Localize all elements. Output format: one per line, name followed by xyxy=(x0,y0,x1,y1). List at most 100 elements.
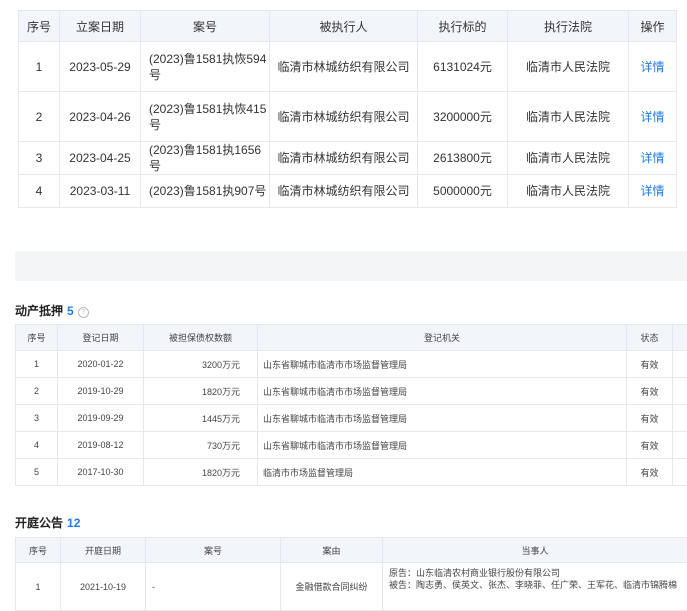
row-amount: 3200万元 xyxy=(144,351,258,378)
table-row: 4 2023-03-11 (2023)鲁1581执907号 临清市林城纺织有限公… xyxy=(19,175,677,208)
row-no: 2 xyxy=(19,92,60,142)
plaintiff-text: 原告：山东临清农村商业银行股份有限公司 xyxy=(389,567,687,579)
column-header-court: 执行法院 xyxy=(508,11,629,42)
row-date: 2023-05-29 xyxy=(60,42,141,92)
row-org: 山东省聊城市临清市市场监督管理局 xyxy=(258,351,627,378)
table-row: 5 2017-10-30 1820万元 临清市市场监督管理局 有效 xyxy=(16,459,687,486)
row-no: 1 xyxy=(16,351,58,378)
row-case: (2023)鲁1581执1656号 xyxy=(141,142,270,175)
row-court: 临清市人民法院 xyxy=(508,142,629,175)
row-party: 临清市林城纺织有限公司 xyxy=(270,175,418,208)
row-extra xyxy=(673,378,687,405)
details-link[interactable]: 详情 xyxy=(629,42,677,92)
column-header-parties: 当事人 xyxy=(383,538,687,563)
row-no: 3 xyxy=(19,142,60,175)
row-org: 山东省聊城市临清市市场监督管理局 xyxy=(258,378,627,405)
row-amount: 5000000元 xyxy=(418,175,508,208)
row-status: 有效 xyxy=(627,405,673,432)
column-header-cause: 案由 xyxy=(281,538,383,563)
column-header-no: 序号 xyxy=(16,325,58,351)
row-date: 2019-10-29 xyxy=(58,378,144,405)
row-extra xyxy=(673,432,687,459)
row-party: 临清市林城纺织有限公司 xyxy=(270,42,418,92)
enforcement-table: 序号 立案日期 案号 被执行人 执行标的 执行法院 操作 1 2023-05-2… xyxy=(18,10,677,208)
table-row: 2 2019-10-29 1820万元 山东省聊城市临清市市场监督管理局 有效 xyxy=(16,378,687,405)
row-extra xyxy=(673,459,687,486)
defendant-text: 被告：陶志勇、侯英文、张杰、李晓菲、任广荣、王军花、临清市锦腾棉 xyxy=(389,579,687,591)
row-org: 山东省聊城市临清市市场监督管理局 xyxy=(258,405,627,432)
chattel-mortgage-table: 序号 登记日期 被担保债权数额 登记机关 状态 1 2020-01-22 320… xyxy=(15,324,687,486)
row-court: 临清市人民法院 xyxy=(508,92,629,142)
row-parties: 原告：山东临清农村商业银行股份有限公司 被告：陶志勇、侯英文、张杰、李晓菲、任广… xyxy=(383,563,687,611)
row-date: 2021-10-19 xyxy=(61,563,146,611)
column-header-case: 案号 xyxy=(146,538,281,563)
column-header-no: 序号 xyxy=(16,538,61,563)
table-row: 3 2019-09-29 1445万元 山东省聊城市临清市市场监督管理局 有效 xyxy=(16,405,687,432)
row-no: 1 xyxy=(19,42,60,92)
column-header-action: 操作 xyxy=(629,11,677,42)
row-amount: 1445万元 xyxy=(144,405,258,432)
column-header-amount: 被担保债权数额 xyxy=(144,325,258,351)
details-link[interactable]: 详情 xyxy=(629,142,677,175)
court-hearing-table: 序号 开庭日期 案号 案由 当事人 1 2021-10-19 - 金融借款合同纠… xyxy=(15,537,687,611)
table-row: 4 2019-08-12 730万元 山东省聊城市临清市市场监督管理局 有效 xyxy=(16,432,687,459)
row-no: 4 xyxy=(19,175,60,208)
row-status: 有效 xyxy=(627,351,673,378)
row-date: 2019-08-12 xyxy=(58,432,144,459)
row-org: 临清市市场监督管理局 xyxy=(258,459,627,486)
row-no: 1 xyxy=(16,563,61,611)
table-row: 2 2023-04-26 (2023)鲁1581执恢415号 临清市林城纺织有限… xyxy=(19,92,677,142)
column-header-party: 被执行人 xyxy=(270,11,418,42)
chattel-mortgage-title: 动产抵押5? xyxy=(15,302,89,319)
row-no: 4 xyxy=(16,432,58,459)
row-court: 临清市人民法院 xyxy=(508,175,629,208)
row-cause: 金融借款合同纠纷 xyxy=(281,563,383,611)
row-party: 临清市林城纺织有限公司 xyxy=(270,142,418,175)
court-hearing-title: 开庭公告 12 xyxy=(15,514,80,531)
table-row: 1 2020-01-22 3200万元 山东省聊城市临清市市场监督管理局 有效 xyxy=(16,351,687,378)
table-header-row: 序号 立案日期 案号 被执行人 执行标的 执行法院 操作 xyxy=(19,11,677,42)
row-no: 2 xyxy=(16,378,58,405)
row-case: - xyxy=(146,563,281,611)
table-row: 3 2023-04-25 (2023)鲁1581执1656号 临清市林城纺织有限… xyxy=(19,142,677,175)
row-amount: 2613800元 xyxy=(418,142,508,175)
row-no: 3 xyxy=(16,405,58,432)
section-title-text: 动产抵押 xyxy=(15,304,63,318)
row-party: 临清市林城纺织有限公司 xyxy=(270,92,418,142)
row-amount: 1820万元 xyxy=(144,459,258,486)
row-date: 2023-03-11 xyxy=(60,175,141,208)
row-date: 2017-10-30 xyxy=(58,459,144,486)
row-status: 有效 xyxy=(627,378,673,405)
row-status: 有效 xyxy=(627,432,673,459)
row-extra xyxy=(673,351,687,378)
row-date: 2020-01-22 xyxy=(58,351,144,378)
details-link[interactable]: 详情 xyxy=(629,175,677,208)
row-court: 临清市人民法院 xyxy=(508,42,629,92)
column-header-case: 案号 xyxy=(141,11,270,42)
section-count: 12 xyxy=(67,516,80,530)
section-title-text: 开庭公告 xyxy=(15,516,63,530)
row-org: 山东省聊城市临清市市场监督管理局 xyxy=(258,432,627,459)
row-date: 2023-04-25 xyxy=(60,142,141,175)
row-amount: 6131024元 xyxy=(418,42,508,92)
column-header-date: 立案日期 xyxy=(60,11,141,42)
column-header-extra xyxy=(673,325,687,351)
table-header-row: 序号 登记日期 被担保债权数额 登记机关 状态 xyxy=(16,325,687,351)
row-case: (2023)鲁1581执907号 xyxy=(141,175,270,208)
details-link[interactable]: 详情 xyxy=(629,92,677,142)
section-divider xyxy=(15,251,687,281)
table-header-row: 序号 开庭日期 案号 案由 当事人 xyxy=(16,538,687,563)
row-date: 2023-04-26 xyxy=(60,92,141,142)
row-case: (2023)鲁1581执恢594号 xyxy=(141,42,270,92)
row-no: 5 xyxy=(16,459,58,486)
column-header-org: 登记机关 xyxy=(258,325,627,351)
row-extra xyxy=(673,405,687,432)
column-header-no: 序号 xyxy=(19,11,60,42)
help-icon[interactable]: ? xyxy=(78,307,89,318)
row-amount: 3200000元 xyxy=(418,92,508,142)
row-status: 有效 xyxy=(627,459,673,486)
column-header-status: 状态 xyxy=(627,325,673,351)
table-row: 1 2021-10-19 - 金融借款合同纠纷 原告：山东临清农村商业银行股份有… xyxy=(16,563,687,611)
column-header-amount: 执行标的 xyxy=(418,11,508,42)
row-amount: 730万元 xyxy=(144,432,258,459)
